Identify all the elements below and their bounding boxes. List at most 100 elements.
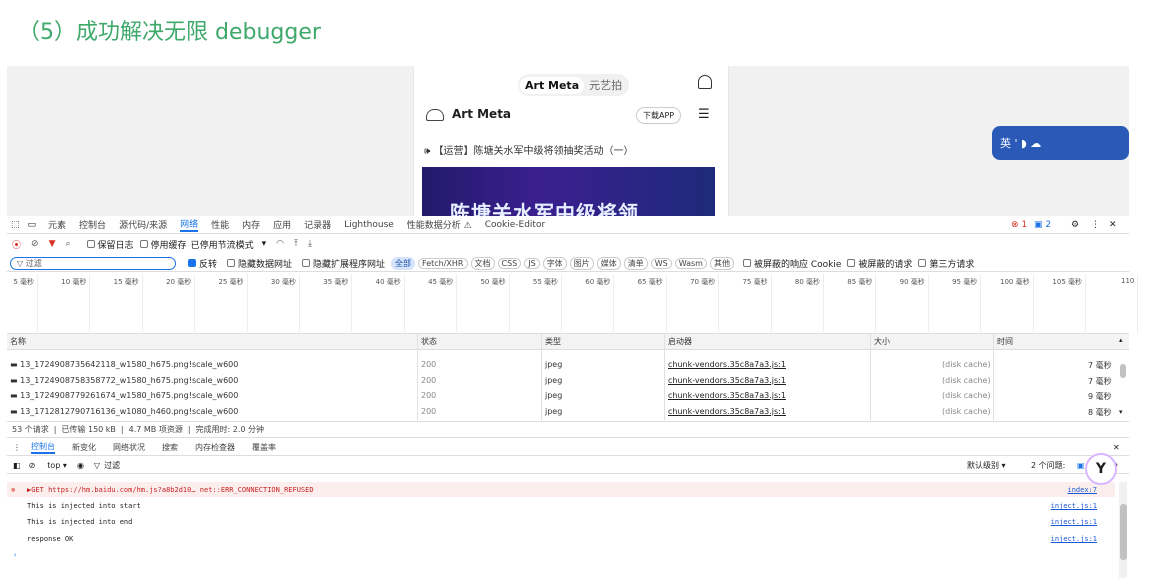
- log-levels-select[interactable]: 默认级别 ▾: [967, 460, 1006, 471]
- filter-chip-all[interactable]: 全部: [391, 256, 416, 270]
- column-size[interactable]: 大小: [874, 336, 890, 347]
- console-prompt[interactable]: ›: [13, 551, 17, 559]
- live-expression-icon[interactable]: ◉: [77, 461, 84, 470]
- announcement-text[interactable]: 🕪 【运营】陈塘关水军中级将领抽奖活动（一）: [424, 142, 633, 157]
- console-scrollbar-thumb[interactable]: [1120, 504, 1127, 560]
- console-log-line[interactable]: This is injected into start inject.js:1: [7, 498, 1115, 513]
- filter-chip-fetch-xhr[interactable]: Fetch/XHR: [418, 257, 468, 269]
- error-count-icon[interactable]: ⊗ 1: [1011, 220, 1027, 230]
- tab-cookie-editor[interactable]: Cookie-Editor: [485, 220, 545, 230]
- throttling-select[interactable]: 已停用节流模式: [191, 238, 254, 251]
- tab-console[interactable]: 控制台: [79, 218, 106, 231]
- import-har-icon[interactable]: ⤒: [294, 239, 298, 249]
- settings-icon[interactable]: ⚙: [1071, 220, 1079, 230]
- blocked-requests-checkbox[interactable]: [847, 259, 856, 267]
- inspect-icon[interactable]: ⬚: [11, 220, 20, 230]
- drawer-tab-network-conditions[interactable]: 网络状况: [113, 442, 145, 453]
- translate-widget[interactable]: 英 ' ◗ ☁: [992, 126, 1129, 160]
- scroll-down-icon[interactable]: ▾: [1119, 408, 1123, 416]
- issues-label[interactable]: 2 个问题:: [1031, 460, 1065, 471]
- more-options-icon[interactable]: ⋮: [1091, 220, 1100, 230]
- drawer-tab-coverage[interactable]: 覆盖率: [252, 442, 276, 453]
- drawer-tab-search[interactable]: 搜索: [162, 442, 178, 453]
- record-icon[interactable]: ⦿: [12, 238, 21, 251]
- disable-cache-checkbox[interactable]: [139, 240, 148, 248]
- console-source-link[interactable]: inject.js:1: [1051, 518, 1097, 526]
- drawer-tab-whats-new[interactable]: 新变化: [72, 442, 96, 453]
- tab-lighthouse[interactable]: Lighthouse: [344, 220, 394, 230]
- filter-chip-wasm[interactable]: Wasm: [674, 257, 707, 269]
- tab-performance-insights[interactable]: 性能数据分析 ⚠: [407, 218, 472, 231]
- filter-chip-ws[interactable]: WS: [650, 257, 672, 269]
- tab-recorder[interactable]: 记录器: [304, 218, 331, 231]
- hamburger-icon[interactable]: ☰: [698, 108, 711, 121]
- request-initiator[interactable]: chunk-vendors.35c8a7a3.js:1: [668, 360, 786, 369]
- column-name[interactable]: 名称: [10, 336, 26, 347]
- console-source-link[interactable]: inject.js:1: [1051, 535, 1097, 543]
- preserve-log-checkbox[interactable]: [86, 240, 95, 248]
- blocked-cookies-checkbox[interactable]: [742, 259, 751, 267]
- tab-memory[interactable]: 内存: [242, 218, 260, 231]
- filter-chip-other[interactable]: 其他: [709, 256, 734, 270]
- request-initiator[interactable]: chunk-vendors.35c8a7a3.js:1: [668, 391, 786, 400]
- drawer-menu-icon[interactable]: ⋮: [13, 443, 21, 452]
- clear-icon[interactable]: ⊘: [31, 239, 39, 249]
- request-initiator[interactable]: chunk-vendors.35c8a7a3.js:1: [668, 376, 786, 385]
- console-scrollbar[interactable]: [1119, 482, 1127, 578]
- bell-icon[interactable]: [698, 75, 712, 89]
- table-row[interactable]: ▬ 13_1712812790716136_w1080_h460.png!sca…: [7, 404, 1117, 419]
- column-initiator[interactable]: 启动器: [668, 336, 692, 347]
- filter-chip-img[interactable]: 图片: [569, 256, 594, 270]
- scroll-up-icon[interactable]: ▴: [1119, 336, 1123, 344]
- export-har-icon[interactable]: ⤓: [308, 239, 312, 249]
- column-status[interactable]: 状态: [421, 336, 437, 347]
- network-overview-timeline[interactable]: 5 毫秒 10 毫秒 15 毫秒 20 毫秒 25 毫秒 30 毫秒 35 毫秒 40 毫秒 4…: [7, 274, 1139, 334]
- filter-chip-doc[interactable]: 文档: [470, 256, 495, 270]
- console-message[interactable]: response OK: [27, 535, 73, 543]
- console-log-line[interactable]: response OK inject.js:1: [7, 531, 1115, 546]
- download-app-button[interactable]: 下载APP: [636, 107, 682, 124]
- close-devtools-icon[interactable]: ✕: [1109, 220, 1117, 230]
- device-toolbar-icon[interactable]: ▭: [28, 220, 37, 230]
- console-error-line[interactable]: ⊗ ▶GET https://hm.baidu.com/hm.js?a8b2d1…: [7, 482, 1115, 497]
- context-select[interactable]: top ▾: [47, 461, 67, 470]
- column-time[interactable]: 时间: [997, 336, 1013, 347]
- hide-extension-urls-checkbox[interactable]: [302, 259, 311, 267]
- segment-yuanyipai[interactable]: 元艺拍: [584, 75, 627, 95]
- site-switcher[interactable]: Art Meta 元艺拍: [518, 74, 630, 96]
- search-icon[interactable]: ⌕: [65, 239, 70, 249]
- clear-console-icon[interactable]: ⊘: [29, 461, 36, 470]
- filter-chip-font[interactable]: 字体: [542, 256, 567, 270]
- network-scrollbar-thumb[interactable]: [1120, 364, 1126, 378]
- network-filter-input[interactable]: ▽ 过滤: [10, 256, 176, 270]
- console-prompt-line[interactable]: ›: [7, 547, 1115, 562]
- hide-data-urls-checkbox[interactable]: [227, 259, 236, 267]
- chevron-down-icon[interactable]: ▾: [262, 239, 267, 249]
- tab-performance[interactable]: 性能: [211, 218, 229, 231]
- tab-elements[interactable]: 元素: [48, 218, 66, 231]
- console-source-link[interactable]: inject.js:1: [1051, 502, 1097, 510]
- filter-icon[interactable]: ▼: [49, 239, 56, 249]
- column-type[interactable]: 类型: [545, 336, 561, 347]
- table-row[interactable]: ▬ 13_1724908735642118_w1580_h675.png!sca…: [7, 357, 1117, 372]
- filter-chip-manifest[interactable]: 清单: [623, 256, 648, 270]
- invert-checkbox[interactable]: [188, 259, 196, 267]
- console-message[interactable]: This is injected into end: [27, 518, 132, 526]
- filter-chip-css[interactable]: CSS: [497, 257, 522, 269]
- console-source-link[interactable]: index:7: [1067, 486, 1097, 494]
- table-row[interactable]: ▬ 13_1724908758358772_w1580_h675.png!sca…: [7, 373, 1117, 388]
- drawer-tab-console[interactable]: 控制台: [31, 441, 55, 454]
- sidebar-toggle-icon[interactable]: ◧: [13, 461, 21, 470]
- table-row[interactable]: ▬ 13_1724908779261674_w1580_h675.png!sca…: [7, 388, 1117, 403]
- tab-network[interactable]: 网络: [180, 217, 199, 232]
- close-drawer-icon[interactable]: ✕: [1113, 443, 1120, 452]
- tab-sources[interactable]: 源代码/来源: [119, 218, 167, 231]
- promo-banner[interactable]: 陈塘关水军中级将领: [422, 167, 715, 216]
- segment-art-meta[interactable]: Art Meta: [520, 76, 585, 94]
- filter-chip-media[interactable]: 媒体: [596, 256, 621, 270]
- console-log-line[interactable]: This is injected into end inject.js:1: [7, 514, 1115, 529]
- request-initiator[interactable]: chunk-vendors.35c8a7a3.js:1: [668, 407, 786, 416]
- third-party-checkbox[interactable]: [918, 259, 927, 267]
- network-scrollbar[interactable]: ▴ ▾: [1119, 334, 1127, 420]
- console-message[interactable]: This is injected into start: [27, 502, 141, 510]
